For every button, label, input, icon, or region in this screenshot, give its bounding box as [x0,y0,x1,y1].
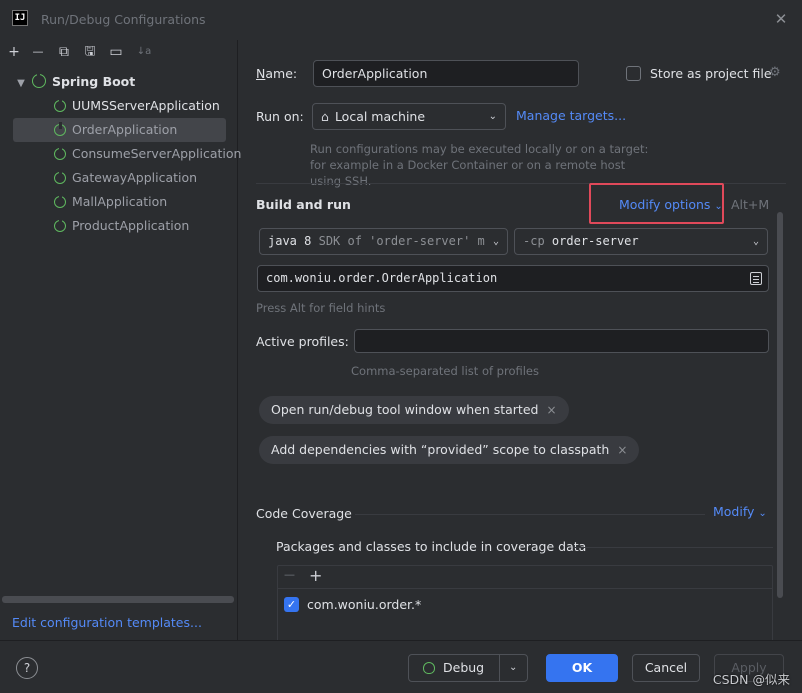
help-icon[interactable]: ? [16,657,38,679]
close-icon[interactable]: × [546,403,556,417]
gear-icon[interactable]: ⚙ [769,65,781,80]
option-chip-provided-scope[interactable]: Add dependencies with “provided” scope t… [259,436,640,464]
tree-item[interactable]: ProductApplication [54,214,230,238]
tree-item-label: ConsumeServerApplication [71,146,242,161]
browse-class-icon[interactable] [750,272,762,285]
store-as-project-file-checkbox[interactable] [626,66,641,81]
classpath-module-dropdown[interactable]: -cp order-server ⌄ [514,228,768,255]
run-debug-dialog: IJ Run/Debug Configurations ✕ + — ⧉ 🖫 ▭ … [0,0,802,693]
name-input[interactable]: OrderApplication [313,60,579,87]
chevron-down-icon[interactable]: ▼ [14,72,28,96]
tree-item[interactable]: UUMSServerApplication [54,94,230,118]
tree-item[interactable]: MallApplication [54,190,230,214]
close-icon[interactable]: × [617,443,627,457]
name-label: Name: [256,66,298,81]
divider [573,547,773,548]
profiles-hint: Comma-separated list of profiles [351,364,539,378]
title-bar: IJ Run/Debug Configurations ✕ [0,0,802,40]
manage-targets-link[interactable]: Manage targets... [516,108,626,123]
debug-button[interactable]: Debug ⌄ [408,654,528,682]
main-class-value: com.woniu.order.OrderApplication [266,271,498,285]
add-icon[interactable]: + [309,566,322,585]
tree-group-spring-boot[interactable]: ▼ Spring Boot [14,70,234,94]
tree-item-label: GatewayApplication [71,170,198,185]
jdk-dropdown[interactable]: java 8 SDK of 'order-server' m ⌄ [259,228,508,255]
window-title: Run/Debug Configurations [41,12,206,27]
jdk-description: SDK of 'order-server' m [318,234,485,248]
remove-icon[interactable]: — [284,568,295,581]
ok-button[interactable]: OK [546,654,618,682]
spring-boot-app-icon [54,170,66,184]
spring-boot-app-icon [54,218,66,232]
active-profiles-label: Active profiles: [256,334,349,349]
add-icon[interactable]: + [4,42,24,62]
tree-item-label: UUMSServerApplication [71,98,220,113]
spring-boot-app-icon [54,122,66,136]
coverage-pattern-checkbox[interactable]: ✓ [284,597,299,612]
tree-item-label: ProductApplication [71,218,190,233]
intellij-app-icon: IJ [12,10,28,26]
save-icon[interactable]: 🖫 [80,42,100,62]
debug-label: Debug [443,660,485,675]
build-and-run-heading: Build and run [256,197,351,212]
jdk-version: java 8 [268,234,312,248]
tree-item[interactable]: GatewayApplication [54,166,230,190]
coverage-packages-label: Packages and classes to include in cover… [276,539,587,554]
remove-icon[interactable]: — [28,42,48,62]
spring-boot-app-icon [54,98,66,112]
tree-item-selected[interactable]: OrderApplication [13,118,226,142]
chevron-down-icon: ⌄ [714,201,723,212]
modify-options-shortcut: Alt+M [731,197,770,212]
chevron-down-icon[interactable]: ⌄ [509,655,517,681]
tree-item-label: MallApplication [71,194,168,209]
coverage-modify-link[interactable]: Modify ⌄ [713,504,767,519]
sort-icon[interactable]: ↓a [134,42,154,62]
chevron-down-icon: ⌄ [752,236,759,247]
folder-icon[interactable]: ▭ [106,42,126,62]
home-icon: ⌂ [321,109,329,124]
option-chip-open-tool-window[interactable]: Open run/debug tool window when started × [259,396,569,424]
tree-group-label: Spring Boot [51,74,136,89]
active-profiles-input[interactable] [354,329,769,353]
chip-label: Open run/debug tool window when started [271,402,539,417]
csdn-watermark: CSDN @似来 [712,672,790,687]
close-icon[interactable]: ✕ [772,10,790,28]
tree-horizontal-scrollbar[interactable] [2,596,234,603]
edit-templates-link[interactable]: Edit configuration templates... [12,615,202,630]
coverage-patterns-list: — + ✓ com.woniu.order.* [277,565,773,645]
classpath-module: order-server [551,234,639,248]
run-on-label: Run on: [256,109,304,124]
run-on-value: Local machine [334,109,426,124]
main-class-input[interactable]: com.woniu.order.OrderApplication [257,265,769,292]
chevron-down-icon: ⌄ [758,508,767,519]
configuration-editor: Name: OrderApplication Store as project … [239,40,802,645]
run-on-dropdown[interactable]: ⌂ Local machine ⌄ [312,103,506,130]
chevron-down-icon: ⌄ [488,111,497,122]
store-as-project-file-label: Store as project file [650,66,772,81]
tree-item-label: OrderApplication [71,122,178,137]
coverage-pattern-label: com.woniu.order.* [307,597,422,612]
configurations-toolbar: + — ⧉ 🖫 ▭ ↓a [0,40,238,66]
copy-icon[interactable]: ⧉ [54,42,74,62]
cancel-button[interactable]: Cancel [632,654,700,682]
debug-bug-icon [423,662,435,674]
tree-item[interactable]: ConsumeServerApplication [54,142,241,166]
divider [278,588,772,589]
field-hint: Press Alt for field hints [256,301,386,315]
split-divider [499,655,500,681]
editor-vertical-scrollbar[interactable] [777,212,783,598]
configurations-panel: + — ⧉ 🖫 ▭ ↓a ▼ Spring Boot UUMSServerApp… [0,40,241,640]
spring-boot-app-icon [54,194,66,208]
modify-options-link[interactable]: Modify options ⌄ [619,197,723,212]
code-coverage-heading: Code Coverage [256,506,352,521]
spring-boot-icon [31,72,46,88]
run-on-hint: Run configurations may be executed local… [310,142,649,188]
chevron-down-icon: ⌄ [488,229,499,254]
divider [355,514,705,515]
chip-label: Add dependencies with “provided” scope t… [271,442,610,457]
classpath-flag: -cp [523,234,545,248]
dialog-footer: ? Debug ⌄ OK Cancel Apply CSDN @似来 [0,640,802,693]
spring-boot-app-icon [54,146,66,160]
